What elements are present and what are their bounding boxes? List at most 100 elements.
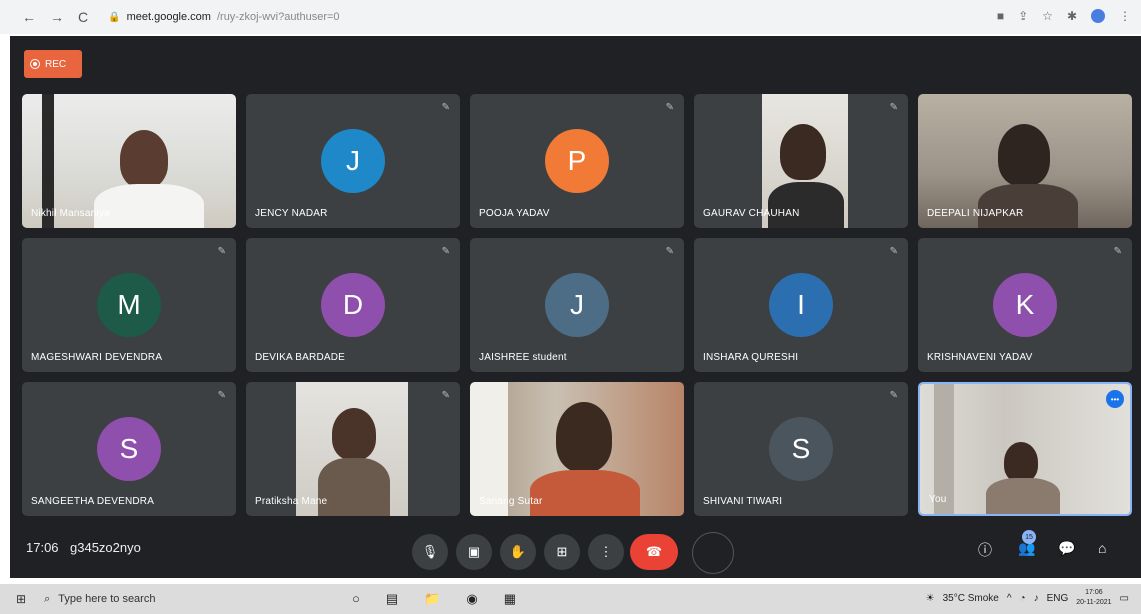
store-icon[interactable]: ▦ — [504, 591, 516, 607]
participant-name: GAURAV CHAUHAN — [703, 208, 800, 219]
participant-name: JENCY NADAR — [255, 208, 328, 219]
participant-name: INSHARA QURESHI — [703, 352, 799, 363]
participant-tile[interactable]: J ✎ JENCY NADAR — [246, 94, 460, 228]
participant-tile[interactable]: S ✎ SANGEETHA DEVENDRA — [22, 382, 236, 516]
search-placeholder: Type here to search — [58, 593, 156, 605]
participant-avatar: P — [545, 129, 609, 193]
mic-off-icon: ✎ — [1113, 246, 1122, 257]
participant-avatar: M — [97, 273, 161, 337]
present-button[interactable]: ⊞ — [544, 534, 580, 570]
participant-avatar: J — [321, 129, 385, 193]
participant-name: You — [929, 494, 947, 505]
task-view-icon[interactable]: ▤ — [386, 591, 398, 607]
mic-off-icon: ✎ — [441, 390, 450, 401]
participant-avatar: I — [769, 273, 833, 337]
share-icon[interactable]: ⇪ — [1018, 9, 1028, 23]
participant-tile[interactable]: P ✎ POOJA YADAV — [470, 94, 684, 228]
address-bar[interactable]: 🔒 meet.google.com/ruy-zkoj-wvi?authuser=… — [108, 11, 339, 23]
participant-avatar: S — [769, 417, 833, 481]
clock[interactable]: 17:06 20-11-2021 — [1076, 588, 1111, 608]
participant-name: SHIVANI TIWARI — [703, 496, 783, 507]
windows-taskbar: ⊞ ⌕ Type here to search ○ ▤ 📁 ◉ ▦ ☀ 35°C… — [0, 584, 1141, 614]
participant-tile[interactable]: ✎ Pratiksha Mane — [246, 382, 460, 516]
participant-name: MAGESHWARI DEVENDRA — [31, 352, 163, 363]
end-call-button[interactable]: ☎ — [630, 534, 678, 570]
participant-tile[interactable]: Sanang Sutar — [470, 382, 684, 516]
more-options-button[interactable]: ⋮ — [588, 534, 624, 570]
phone-hangup-icon: ☎ — [645, 544, 663, 559]
cortana-icon[interactable]: ○ — [352, 591, 360, 607]
participant-tile[interactable]: I ✎ INSHARA QURESHI — [694, 238, 908, 372]
participant-name: Pratiksha Mane — [255, 496, 328, 507]
mic-button[interactable]: 🎙 — [412, 534, 448, 570]
clock-date: 20-11-2021 — [1076, 599, 1112, 606]
mic-off-icon: ✎ — [889, 102, 898, 113]
browser-nav: ← → C — [22, 9, 88, 25]
participant-tile[interactable]: Nikhil Mansaniya — [22, 94, 236, 228]
wifi-icon[interactable]: ◔ — [1020, 593, 1026, 604]
windows-start-icon[interactable]: ⊞ — [16, 592, 26, 606]
video-feed — [920, 384, 1130, 514]
taskbar-search[interactable]: ⌕ Type here to search — [44, 593, 155, 606]
present-icon: ⊞ — [556, 544, 568, 559]
participant-tile[interactable]: J ✎ JAISHREE student — [470, 238, 684, 372]
url-path: /ruy-zkoj-wvi?authuser=0 — [216, 11, 340, 23]
camera-button[interactable]: ▣ — [456, 534, 492, 570]
participant-name: DEEPALI NIJAPKAR — [927, 208, 1024, 219]
chat-icon[interactable]: 💬 — [1058, 540, 1075, 557]
mic-off-icon: ✎ — [217, 246, 226, 257]
participant-tile[interactable]: S ✎ SHIVANI TIWARI — [694, 382, 908, 516]
notifications-icon[interactable]: ▭ — [1120, 593, 1129, 604]
participant-name: POOJA YADAV — [479, 208, 550, 219]
activities-icon[interactable]: ⌂ — [1098, 540, 1106, 556]
chrome-icon[interactable]: ◉ — [466, 591, 477, 607]
participant-tile[interactable]: ✎ GAURAV CHAUHAN — [694, 94, 908, 228]
menu-icon[interactable]: ⋮ — [1119, 9, 1131, 23]
reload-icon[interactable]: C — [78, 9, 88, 25]
mic-off-icon: ✎ — [441, 246, 450, 257]
lang-label[interactable]: ENG — [1047, 593, 1069, 604]
participant-name: DEVIKA BARDADE — [255, 352, 346, 363]
browser-toolbar: ← → C 🔒 meet.google.com/ruy-zkoj-wvi?aut… — [0, 0, 1141, 34]
tray-chevron-icon[interactable]: ^ — [1007, 593, 1012, 604]
raise-hand-button[interactable]: ✋ — [500, 534, 536, 570]
rec-label: REC — [45, 58, 67, 70]
camera-icon: ▣ — [467, 544, 481, 559]
back-icon[interactable]: ← — [22, 9, 36, 25]
mic-off-icon: ✎ — [441, 102, 450, 113]
participant-name: Sanang Sutar — [479, 496, 543, 507]
url-host: meet.google.com — [126, 11, 211, 23]
info-icon[interactable]: ⓘ — [978, 540, 992, 560]
more-options-icon[interactable]: ••• — [1106, 390, 1124, 408]
forward-icon[interactable]: → — [50, 9, 64, 25]
mic-off-icon: ✎ — [889, 390, 898, 401]
participant-tile[interactable]: M ✎ MAGESHWARI DEVENDRA — [22, 238, 236, 372]
participants-count: 15 — [1022, 530, 1036, 544]
search-icon: ⌕ — [44, 592, 51, 605]
volume-icon[interactable]: ♪ — [1034, 593, 1039, 604]
mic-off-icon: ✎ — [889, 246, 898, 257]
participant-avatar: J — [545, 273, 609, 337]
hand-icon: ✋ — [509, 544, 527, 559]
meeting-code: g345zo2nyo — [70, 540, 141, 555]
taskbar-apps: ○ ▤ 📁 ◉ ▦ — [352, 591, 516, 607]
participant-tile[interactable]: DEEPALI NIJAPKAR — [918, 94, 1132, 228]
profile-avatar[interactable] — [1091, 9, 1105, 23]
self-tile[interactable]: ••• You — [918, 382, 1132, 516]
lock-icon: 🔒 — [108, 11, 121, 23]
star-icon[interactable]: ☆ — [1042, 9, 1053, 23]
record-icon — [30, 59, 40, 69]
participant-tile[interactable]: K ✎ KRISHNAVENI YADAV — [918, 238, 1132, 372]
file-explorer-icon[interactable]: 📁 — [424, 591, 440, 607]
unknown-control[interactable] — [692, 532, 734, 574]
weather-icon: ☀ — [925, 592, 935, 604]
meet-stage: REC Nikhil Mansaniya J ✎ JENCY NADAR P ✎… — [10, 36, 1141, 578]
camera-icon[interactable]: ■ — [997, 9, 1004, 23]
extensions-icon[interactable]: ✱ — [1067, 9, 1077, 23]
participant-avatar: D — [321, 273, 385, 337]
people-icon[interactable]: 👥 15 — [1018, 530, 1036, 557]
weather-text[interactable]: 35°C Smoke — [943, 593, 999, 604]
mic-off-icon: ✎ — [217, 390, 226, 401]
meeting-controls-bar: 17:06 g345zo2nyo 🎙 ▣ ✋ ⊞ ⋮ ☎ ⓘ 👥 15 💬 ⌂ — [10, 520, 1141, 578]
participant-tile[interactable]: D ✎ DEVIKA BARDADE — [246, 238, 460, 372]
